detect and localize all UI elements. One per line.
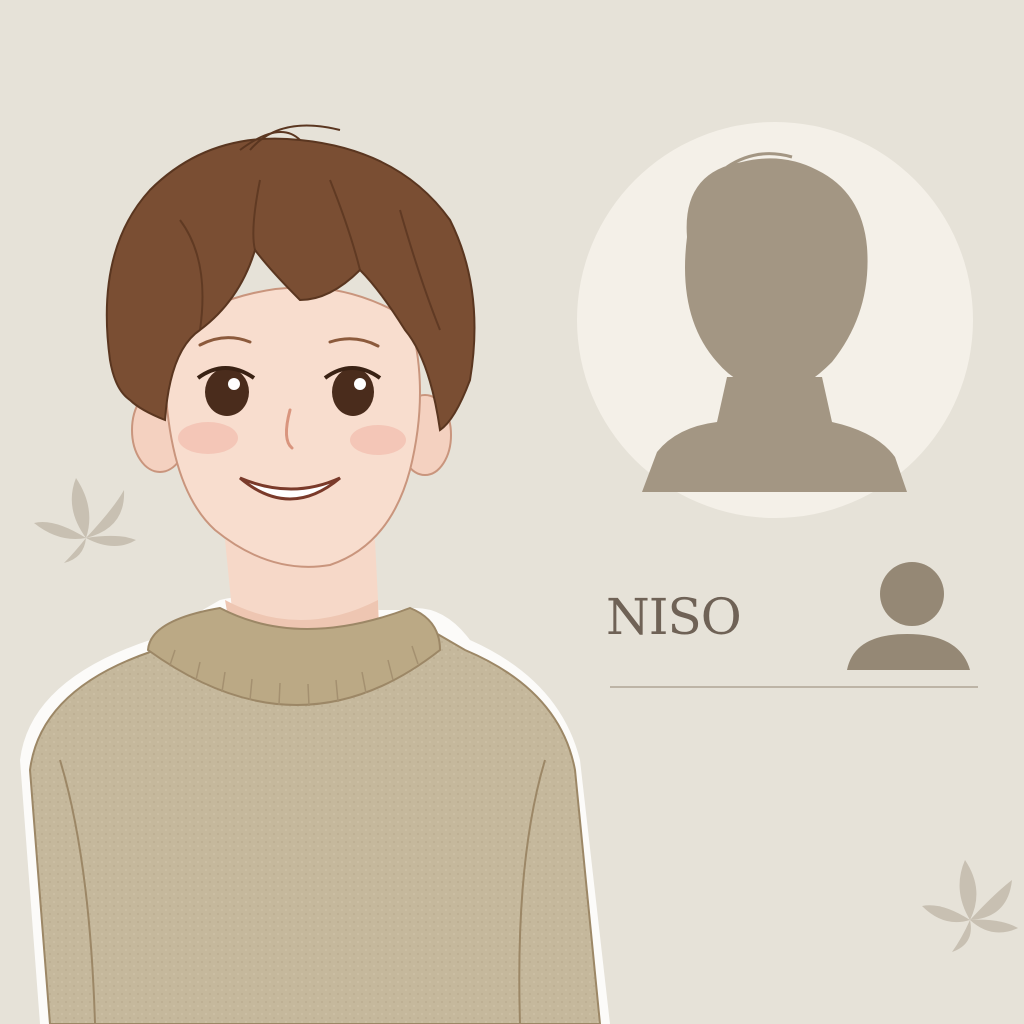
leaf-icon <box>34 478 136 563</box>
placeholder-avatar[interactable] <box>577 122 973 518</box>
profile-name: NISO <box>606 588 742 646</box>
name-underline <box>610 686 978 688</box>
user-icon[interactable] <box>842 562 972 674</box>
leaf-icon <box>922 860 1018 952</box>
